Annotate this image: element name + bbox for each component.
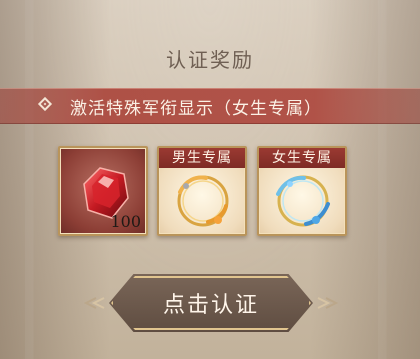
female-exclusive-label: 女生专属 xyxy=(259,148,345,168)
reward-card-female[interactable]: 女生专属 xyxy=(257,146,347,236)
ornament-right-icon xyxy=(317,297,338,309)
male-exclusive-label: 男生专属 xyxy=(159,148,245,168)
diamond-icon xyxy=(37,96,53,112)
blue-ring-frame-icon xyxy=(276,175,330,227)
gold-ring-frame-icon xyxy=(177,175,229,227)
item-quantity: 100 xyxy=(110,212,141,231)
verify-button-label: 点击认证 xyxy=(162,293,259,318)
ornament-left-icon xyxy=(84,297,105,309)
reward-card-gem[interactable]: 100 xyxy=(58,146,148,236)
reward-card-male[interactable]: 男生专属 xyxy=(157,146,247,236)
banner-text: 激活特殊军衔显示（女生专属） xyxy=(70,99,322,119)
reward-banner: 激活特殊军衔显示（女生专属） xyxy=(0,88,420,124)
reward-title: 认证奖励 xyxy=(166,48,254,72)
